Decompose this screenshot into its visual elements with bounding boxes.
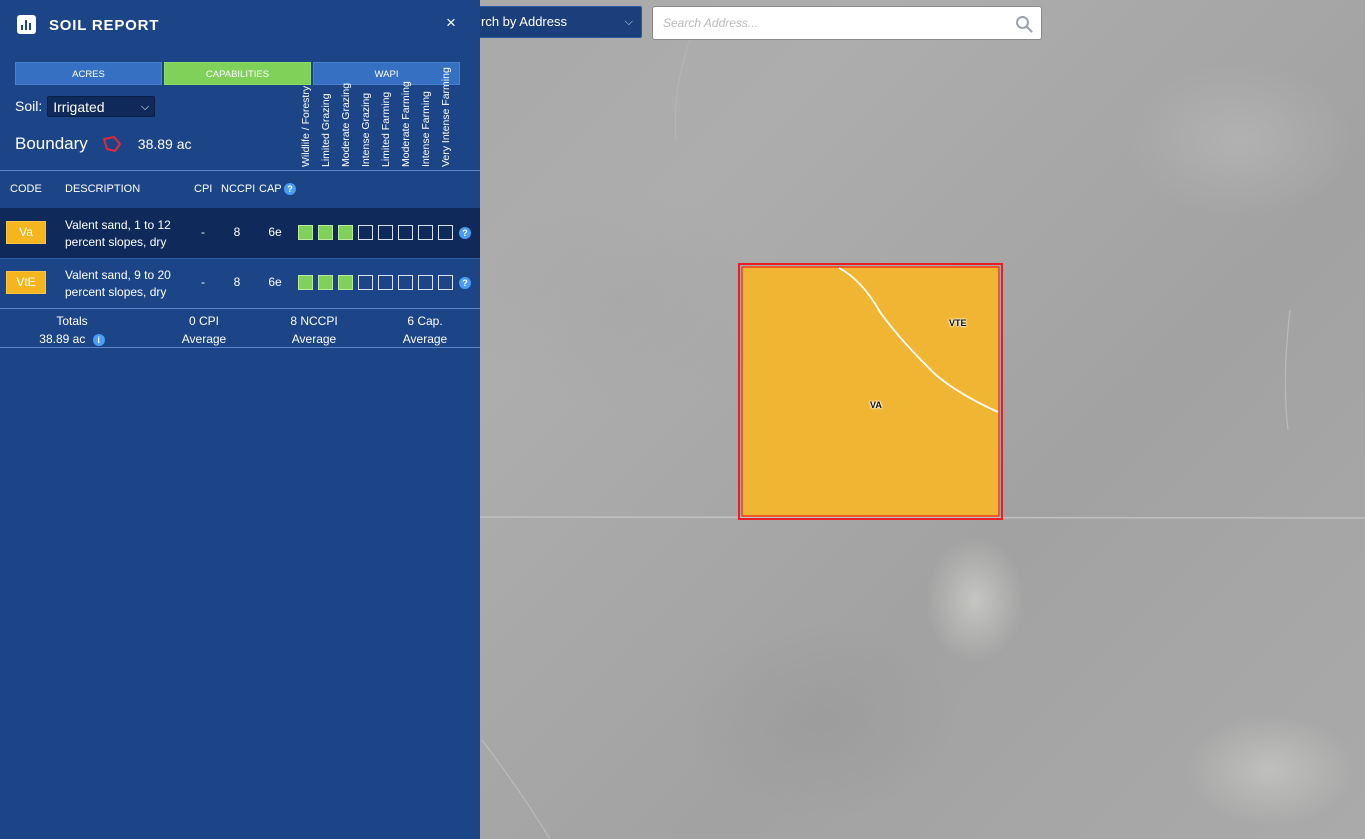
soil-selector-row: Soil: Irrigated ⌵ <box>15 95 156 117</box>
totals-nccpi-sub: Average <box>291 332 337 346</box>
search-icon[interactable] <box>1015 15 1033 33</box>
nccpi-value: 8 <box>233 275 241 289</box>
search-mode-dropdown[interactable]: rch by Address ⌵ <box>470 6 642 38</box>
cap-header-intense-grazing: Intense Grazing <box>360 92 372 167</box>
capability-box <box>418 275 433 290</box>
search-input[interactable] <box>663 8 1003 38</box>
info-icon[interactable]: ? <box>459 227 471 239</box>
panel-title: SOIL REPORT <box>49 17 160 34</box>
totals-nccpi: 8 NCCPI Average <box>274 312 354 348</box>
soil-description: Valent sand, 9 to 20 percent slopes, dry <box>65 268 171 299</box>
divider <box>0 308 480 309</box>
capability-box <box>318 275 333 290</box>
nccpi-value: 8 <box>233 225 241 239</box>
table-row[interactable]: Va Valent sand, 1 to 12 percent slopes, … <box>0 208 480 258</box>
soil-type-select[interactable]: Irrigated ⌵ <box>47 95 156 117</box>
panel-header: SOIL REPORT × <box>0 0 480 50</box>
col-header-cpi[interactable]: CPI <box>194 183 212 195</box>
capability-box <box>438 275 453 290</box>
map-label-va[interactable]: VA <box>870 400 882 410</box>
search-mode-label: rch by Address <box>481 14 567 29</box>
cap-value: 6e <box>268 275 282 289</box>
cpi-value: - <box>201 225 205 239</box>
col-header-code[interactable]: CODE <box>10 183 42 195</box>
capability-box <box>378 225 393 240</box>
cap-header-moderate-farming: Moderate Farming <box>400 81 412 167</box>
capability-box <box>438 225 453 240</box>
tab-capabilities[interactable]: CAPABILITIES <box>164 62 311 85</box>
soil-code-badge[interactable]: Va <box>6 221 46 244</box>
parcel-soil-va <box>741 266 1000 517</box>
totals-cap-sub: Average <box>402 332 448 346</box>
soil-report-panel: SOIL REPORT × ACRES CAPABILITIES WAPI So… <box>0 0 480 839</box>
col-header-nccpi[interactable]: NCCPI <box>221 183 255 195</box>
search-box[interactable] <box>652 6 1042 40</box>
totals-cap: 6 Cap. Average <box>385 312 465 348</box>
capability-box <box>358 275 373 290</box>
road-line <box>479 516 1365 519</box>
cap-header-limited-grazing: Limited Grazing <box>320 93 332 167</box>
soil-label: Soil: <box>15 98 43 114</box>
cap-header-moderate-grazing: Moderate Grazing <box>340 82 352 167</box>
capability-box <box>378 275 393 290</box>
boundary-row: Boundary 38.89 ac <box>15 133 192 155</box>
capability-box <box>358 225 373 240</box>
cap-header-limited-farming: Limited Farming <box>380 91 392 167</box>
info-icon[interactable]: i <box>92 333 105 346</box>
boundary-label: Boundary <box>15 134 88 153</box>
boundary-polygon-icon[interactable] <box>102 135 122 153</box>
cap-header-very-intense-farming: Very Intense Farming <box>440 67 452 167</box>
track-line <box>481 739 551 839</box>
totals-cpi: 0 CPI Average <box>164 312 244 348</box>
bar-chart-icon <box>17 15 36 34</box>
table-header: CODE DESCRIPTION CPI NCCPI CAP ? <box>0 171 480 208</box>
cap-header-wildlife-forestry: Wildlife / Forestry <box>300 85 312 167</box>
capability-box <box>398 275 413 290</box>
totals-nccpi-value: 8 NCCPI <box>290 314 338 328</box>
soil-description: Valent sand, 1 to 12 percent slopes, dry <box>65 218 171 249</box>
boundary-acres: 38.89 ac <box>137 136 192 152</box>
track-line <box>1284 309 1291 431</box>
totals-label: Totals <box>56 314 88 328</box>
info-icon[interactable]: ? <box>284 183 296 195</box>
capability-box <box>298 225 313 240</box>
col-header-cap[interactable]: CAP <box>259 183 282 195</box>
map-label-vte[interactable]: VTE <box>949 318 967 328</box>
totals-cap-value: 6 Cap. <box>407 314 443 328</box>
totals-cpi-value: 0 CPI <box>188 314 219 328</box>
totals-row: Totals 38.89 ac i 0 CPI Average 8 NCCPI … <box>0 310 480 348</box>
tab-acres[interactable]: ACRES <box>15 62 162 85</box>
close-button[interactable]: × <box>446 13 456 33</box>
chevron-down-icon: ⌵ <box>624 16 633 28</box>
capability-box <box>338 275 353 290</box>
totals-cpi-sub: Average <box>181 332 227 346</box>
track-line <box>674 39 691 141</box>
cap-value: 6e <box>268 225 282 239</box>
cpi-value: - <box>201 275 205 289</box>
info-icon[interactable]: ? <box>459 277 471 289</box>
table-row[interactable]: VtE Valent sand, 9 to 20 percent slopes,… <box>0 258 480 308</box>
totals-acres-text: 38.89 ac <box>39 332 86 346</box>
divider <box>0 347 480 348</box>
capability-box <box>298 275 313 290</box>
totals-acres-value: 38.89 ac i <box>22 330 122 348</box>
capability-box <box>318 225 333 240</box>
capability-box <box>398 225 413 240</box>
capability-box <box>338 225 353 240</box>
soil-type-value: Irrigated <box>53 98 105 115</box>
capability-box <box>418 225 433 240</box>
chevron-down-icon: ⌵ <box>140 100 150 113</box>
soil-code-badge[interactable]: VtE <box>6 271 46 294</box>
totals-acres: Totals 38.89 ac i <box>22 312 122 348</box>
cap-header-intense-farming: Intense Farming <box>420 91 432 167</box>
col-header-description[interactable]: DESCRIPTION <box>65 183 140 195</box>
